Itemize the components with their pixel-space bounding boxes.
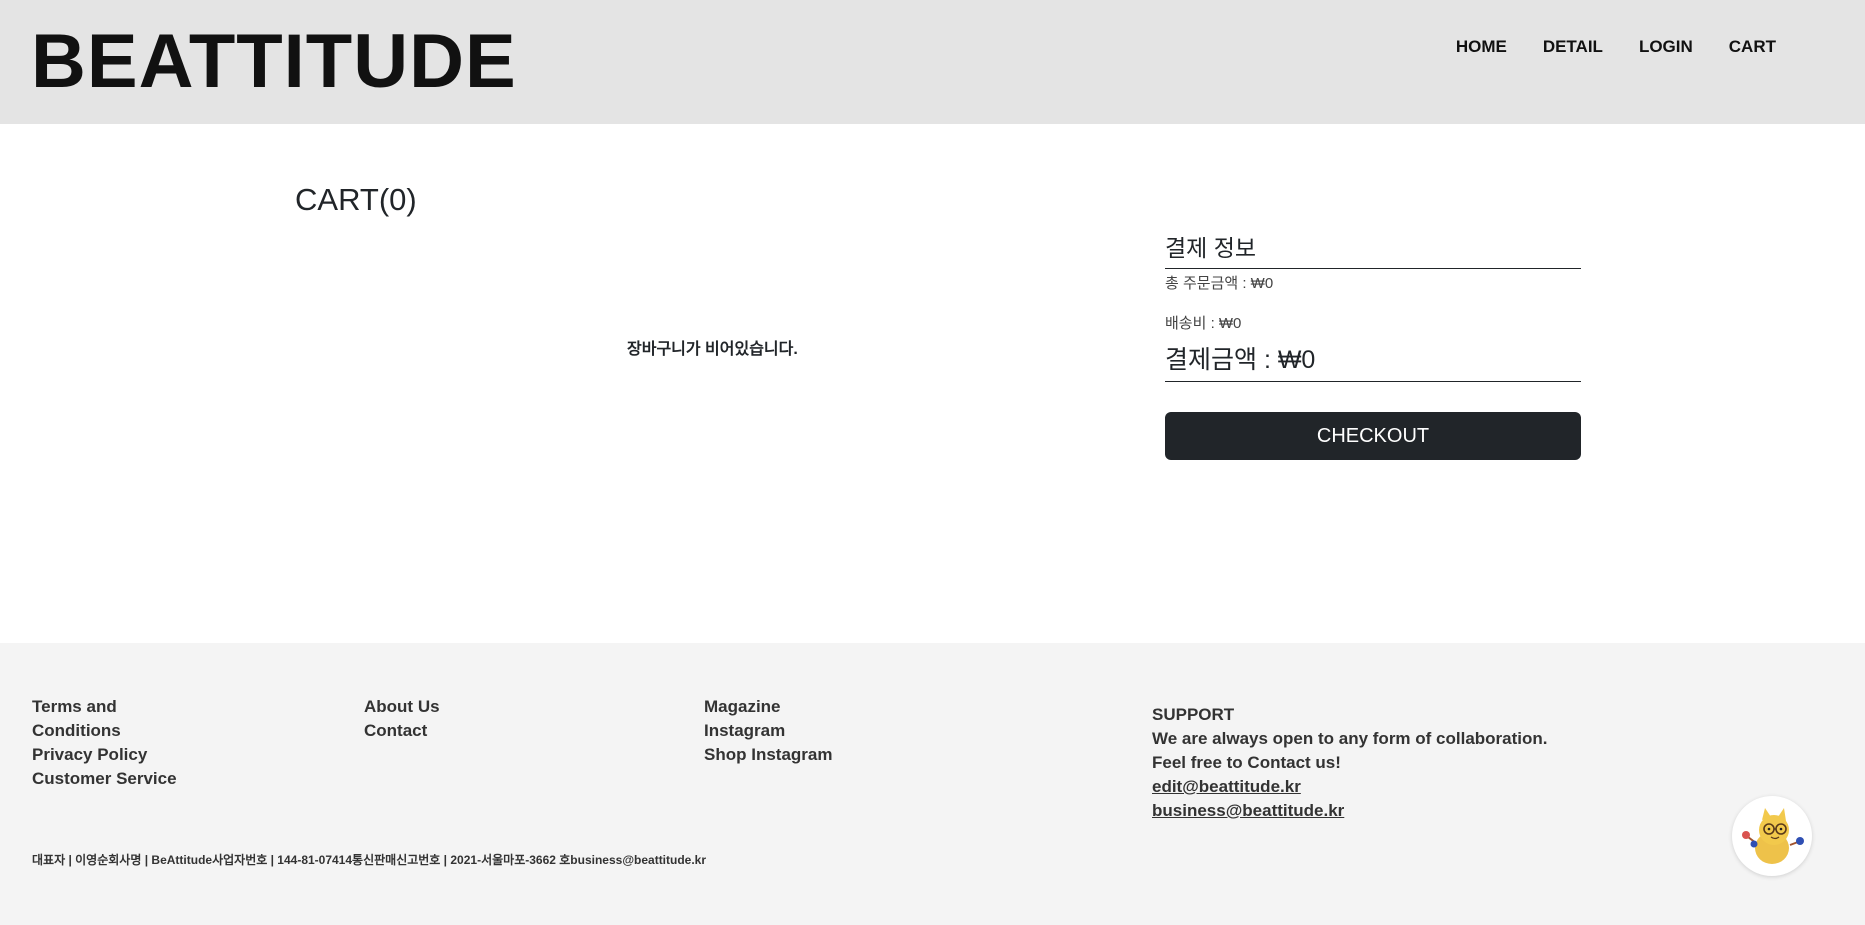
nav-home[interactable]: HOME bbox=[1456, 36, 1507, 58]
footer-link-customer-service[interactable]: Customer Service bbox=[32, 767, 182, 791]
footer-col-legal: Terms and Conditions Privacy Policy Cust… bbox=[32, 695, 182, 791]
nav-detail[interactable]: DETAIL bbox=[1543, 36, 1603, 58]
footer-link-magazine[interactable]: Magazine bbox=[704, 695, 832, 719]
site-logo[interactable]: BEATTITUDE bbox=[31, 20, 517, 104]
footer-support: SUPPORT We are always open to any form o… bbox=[1152, 703, 1548, 823]
shipping-fee: 배송비 : ₩0 bbox=[1165, 315, 1242, 332]
checkout-button[interactable]: CHECKOUT bbox=[1165, 412, 1581, 460]
nav-login[interactable]: LOGIN bbox=[1639, 36, 1693, 58]
payment-summary: 결제 정보 총 주문금액 : ₩0 배송비 : ₩0 결제금액 : ₩0 CHE… bbox=[1165, 232, 1581, 460]
site-footer: Terms and Conditions Privacy Policy Cust… bbox=[0, 643, 1865, 925]
support-email-business[interactable]: business@beattitude.kr bbox=[1152, 799, 1548, 823]
support-text-1: We are always open to any form of collab… bbox=[1152, 729, 1548, 748]
site-header: BEATTITUDE HOME DETAIL LOGIN CART bbox=[0, 0, 1865, 124]
footer-link-about[interactable]: About Us bbox=[364, 695, 440, 719]
cart-empty-message: 장바구니가 비어있습니다. bbox=[627, 341, 798, 358]
footer-col-media: Magazine Instagram Shop Instagram bbox=[704, 695, 832, 767]
order-total: 총 주문금액 : ₩0 bbox=[1165, 275, 1274, 292]
footer-link-shop-instagram[interactable]: Shop Instagram bbox=[704, 743, 832, 767]
footer-link-instagram[interactable]: Instagram bbox=[704, 719, 832, 743]
support-text-2: Feel free to Contact us! bbox=[1152, 753, 1341, 772]
support-heading: SUPPORT bbox=[1152, 705, 1235, 724]
payment-total: 결제금액 : ₩0 bbox=[1165, 343, 1581, 382]
footer-link-contact[interactable]: Contact bbox=[364, 719, 440, 743]
company-info: 대표자 | 이영순회사명 | BeAttitude사업자번호 | 144-81-… bbox=[32, 853, 707, 867]
support-email-edit[interactable]: edit@beattitude.kr bbox=[1152, 775, 1548, 799]
payment-title: 결제 정보 bbox=[1165, 232, 1581, 269]
footer-link-terms[interactable]: Terms and Conditions bbox=[32, 695, 182, 743]
nav-cart[interactable]: CART bbox=[1729, 36, 1776, 58]
cart-title: CART(0) bbox=[295, 182, 417, 217]
footer-link-privacy[interactable]: Privacy Policy bbox=[32, 743, 182, 767]
main-nav: HOME DETAIL LOGIN CART bbox=[1456, 36, 1776, 58]
chat-widget-button[interactable] bbox=[1732, 796, 1812, 876]
cat-mascot-icon bbox=[1742, 808, 1804, 864]
footer-col-company: About Us Contact bbox=[364, 695, 440, 743]
